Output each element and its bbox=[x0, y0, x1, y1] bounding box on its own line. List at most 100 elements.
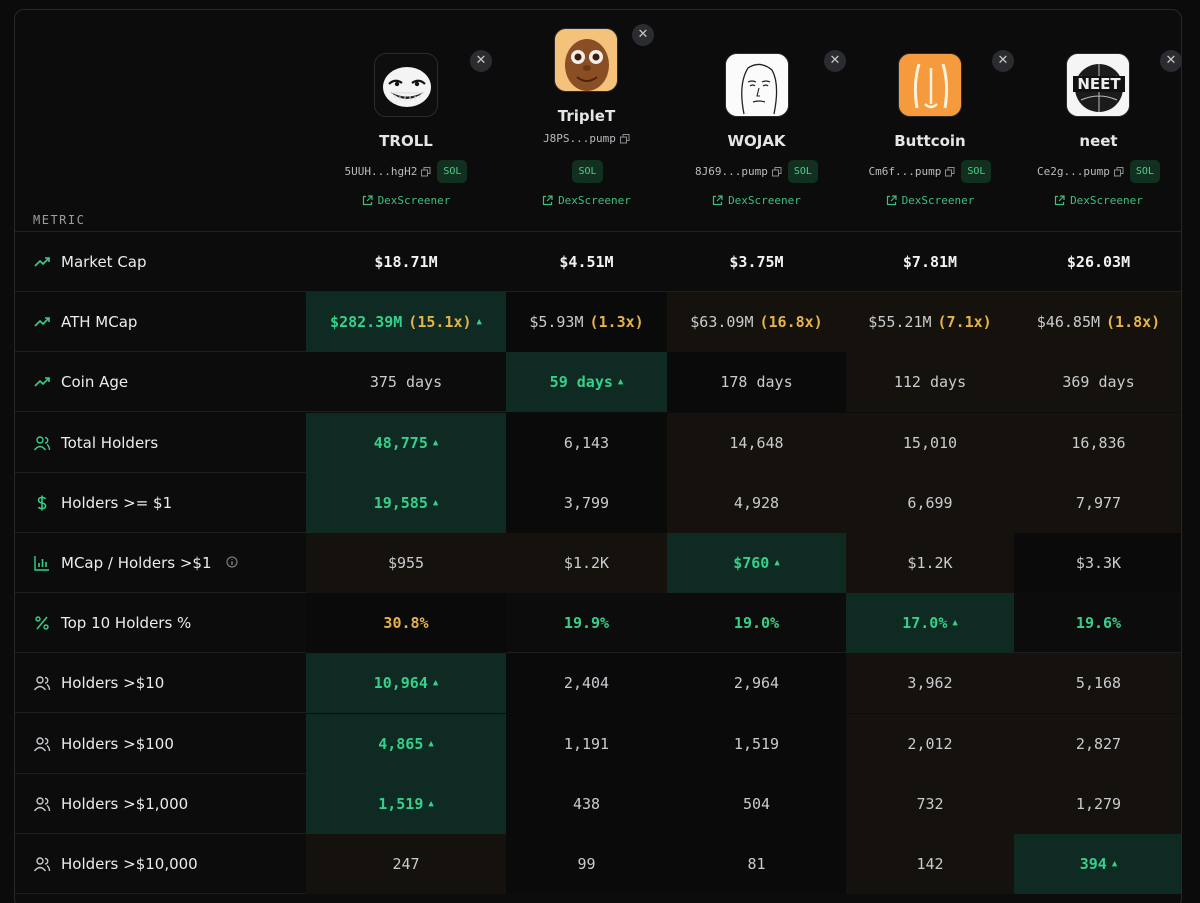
metric-cell: 3,962 bbox=[846, 653, 1014, 714]
metric-value: 1,519 bbox=[378, 794, 424, 813]
metric-cell: 59 days ▲ bbox=[506, 352, 667, 413]
remove-coin-wojak-button[interactable]: ✕ bbox=[824, 50, 846, 72]
metric-label-text: Holders >$1,000 bbox=[61, 794, 189, 813]
metric-cell: $5.93M (1.3x) bbox=[506, 292, 667, 353]
metric-label-text: Total Holders bbox=[61, 433, 159, 452]
metric-label-text: Holders >$100 bbox=[61, 734, 174, 753]
metric-value: 3,962 bbox=[907, 674, 953, 693]
metric-cell: 1,519 ▲ bbox=[306, 773, 506, 834]
dexscreener-link[interactable]: DexScreener bbox=[846, 194, 1014, 207]
percent-icon bbox=[33, 614, 51, 632]
best-indicator-icon: ▲ bbox=[432, 678, 439, 689]
metric-value: 19.9% bbox=[563, 614, 610, 633]
metric-value: 30.8% bbox=[383, 614, 429, 633]
metric-value: 10,964 bbox=[373, 674, 428, 693]
metric-label-text: Market Cap bbox=[61, 253, 147, 271]
metric-row: Top 10 Holders % 30.8% 19.9% 19.0% 17.0% ▲ 19.… bbox=[15, 593, 1181, 654]
metric-value: 19.0% bbox=[733, 614, 780, 633]
metric-value: $955 bbox=[387, 554, 425, 572]
metric-value: $760 bbox=[733, 554, 770, 572]
info-icon[interactable] bbox=[226, 554, 238, 572]
metric-value: 48,775 bbox=[373, 433, 428, 452]
metric-cell: 112 days bbox=[846, 352, 1014, 413]
metric-cell: $63.09M (16.8x) bbox=[667, 292, 846, 353]
coin-address-row: J8PS...pump bbox=[506, 132, 667, 145]
metric-value: 99 bbox=[577, 855, 596, 873]
metric-cell: 6,143 bbox=[506, 412, 667, 473]
metric-value: $3.75M bbox=[729, 253, 784, 271]
ath-multiplier: (16.8x) bbox=[759, 313, 823, 332]
metric-value: 59 days bbox=[549, 373, 613, 392]
metric-value: 81 bbox=[747, 855, 766, 873]
remove-coin-neet-button[interactable]: ✕ bbox=[1160, 50, 1181, 72]
dexscreener-link[interactable]: DexScreener bbox=[1014, 194, 1181, 207]
copy-icon[interactable] bbox=[945, 166, 955, 177]
metric-cell: 394 ▲ bbox=[1014, 834, 1181, 894]
dexscreener-link[interactable]: DexScreener bbox=[306, 194, 506, 207]
metric-value: 3,799 bbox=[563, 493, 610, 512]
metric-label: Holders >$10,000 bbox=[33, 834, 198, 894]
metric-row: MCap / Holders >$1 $955 $1.2K $760 ▲ $1.2K $3.… bbox=[15, 533, 1181, 593]
coin-address-row: Cm6f...pump SOL bbox=[846, 160, 1014, 183]
remove-coin-troll-button[interactable]: ✕ bbox=[470, 50, 492, 72]
metric-value: 112 days bbox=[893, 373, 967, 392]
metric-value: $282.39M bbox=[330, 313, 403, 332]
metric-cell: 10,964 ▲ bbox=[306, 653, 506, 714]
coin-name: TripleT bbox=[557, 107, 616, 125]
metric-label: Market Cap bbox=[33, 232, 147, 292]
external-link-icon bbox=[1054, 195, 1065, 206]
best-indicator-icon: ▲ bbox=[774, 558, 780, 568]
best-indicator-icon: ▲ bbox=[432, 437, 439, 448]
copy-icon[interactable] bbox=[1113, 166, 1124, 177]
copy-icon[interactable] bbox=[421, 166, 431, 177]
metric-label: Top 10 Holders % bbox=[33, 593, 191, 653]
metric-cell: $55.21M (7.1x) bbox=[846, 292, 1014, 353]
remove-coin-buttcoin-button[interactable]: ✕ bbox=[992, 50, 1014, 72]
metric-cell: $1.2K bbox=[506, 533, 667, 593]
metric-value: 504 bbox=[742, 794, 771, 813]
metric-cell: 142 bbox=[846, 834, 1014, 894]
metric-value: 375 days bbox=[369, 373, 443, 392]
copy-icon[interactable] bbox=[771, 166, 782, 177]
metric-cell: 2,012 bbox=[846, 713, 1014, 774]
metric-value: 15,010 bbox=[902, 433, 958, 452]
metric-label: Coin Age bbox=[33, 352, 128, 412]
metric-row: Market Cap $18.71M $4.51M $3.75M $7.81M $26.0… bbox=[15, 232, 1181, 292]
metric-cell: 369 days bbox=[1014, 352, 1181, 413]
metric-cell: 2,964 bbox=[667, 653, 846, 714]
troll-face-icon bbox=[374, 53, 438, 117]
metric-cell: $18.71M bbox=[306, 232, 506, 292]
metric-cell: 4,865 ▲ bbox=[306, 713, 506, 774]
coin-address-row: Ce2g...pump SOL bbox=[1014, 160, 1181, 183]
copy-icon[interactable] bbox=[619, 133, 630, 144]
coin-name: Buttcoin bbox=[894, 132, 966, 150]
metric-cell: 4,928 bbox=[667, 472, 846, 533]
metric-cell: $26.03M bbox=[1014, 232, 1181, 292]
svg-text:NEET: NEET bbox=[1077, 75, 1121, 93]
metric-cell: 30.8% bbox=[306, 593, 506, 654]
chain-badge: SOL bbox=[961, 160, 992, 183]
remove-coin-tripleT-button[interactable]: ✕ bbox=[632, 24, 654, 46]
metric-value: 369 days bbox=[1062, 373, 1135, 392]
metric-value: $3.3K bbox=[1075, 554, 1122, 572]
metric-value: $4.51M bbox=[559, 253, 614, 271]
dexscreener-link[interactable]: DexScreener bbox=[667, 194, 846, 207]
wojak-face-icon bbox=[725, 53, 789, 117]
coin-address: 5UUH...hgH2 bbox=[344, 165, 418, 178]
ath-multiplier: (15.1x) bbox=[408, 313, 472, 332]
metric-label-text: MCap / Holders >$1 bbox=[61, 554, 212, 572]
metric-row: Coin Age 375 days 59 days ▲ 178 days 112 days… bbox=[15, 352, 1181, 413]
metric-cell: $7.81M bbox=[846, 232, 1014, 292]
metric-value: 732 bbox=[916, 794, 944, 813]
metric-label-text: Holders >= $1 bbox=[61, 493, 173, 512]
coin-address: J8PS...pump bbox=[543, 132, 616, 145]
metric-value: 4,865 bbox=[378, 734, 424, 753]
users-outline-icon bbox=[33, 674, 51, 692]
coin-column-buttcoin: ✕ Buttcoin Cm6f...pump SOL DexScreener bbox=[846, 10, 1014, 232]
metric-value: 1,191 bbox=[563, 734, 610, 753]
metric-value: 2,964 bbox=[733, 674, 780, 693]
coin-address-row: 5UUH...hgH2 SOL bbox=[306, 160, 506, 183]
dexscreener-link[interactable]: DexScreener bbox=[506, 194, 667, 207]
metric-row: Total Holders 48,775 ▲ 6,143 14,648 15,010 16,… bbox=[15, 412, 1181, 473]
metric-cell: 19,585 ▲ bbox=[306, 472, 506, 533]
